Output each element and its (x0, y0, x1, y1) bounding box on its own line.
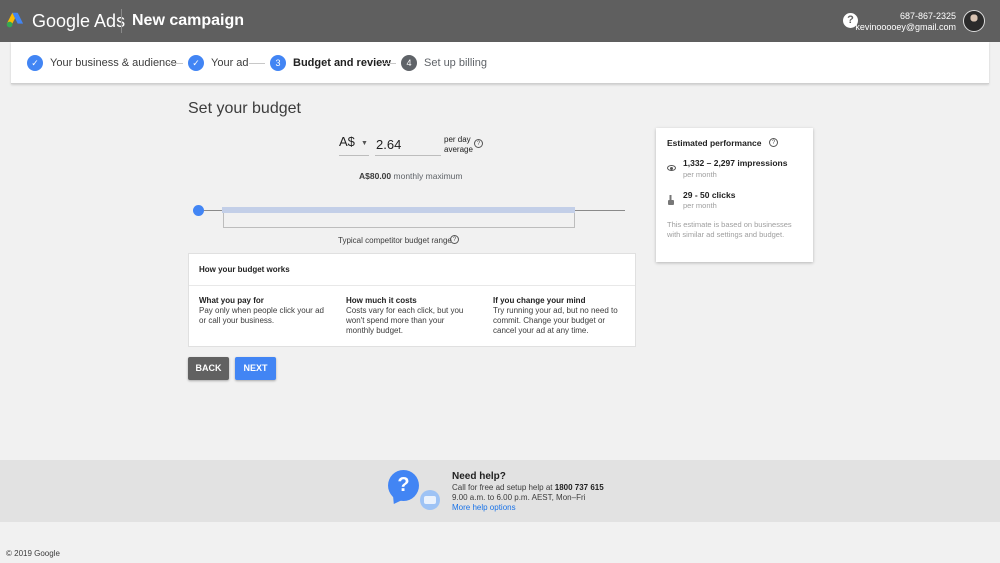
next-button[interactable]: NEXT (235, 357, 276, 380)
help-phone-number[interactable]: 1800 737 615 (555, 483, 604, 492)
clicks-estimate: 29 - 50 clicks (683, 190, 736, 200)
check-icon: ✓ (27, 55, 43, 71)
info-column: What you pay for Pay only when people cl… (199, 296, 324, 326)
page-heading: New campaign (132, 12, 245, 29)
step-connector (249, 63, 265, 64)
currency-select[interactable]: A$ ▼ (339, 134, 369, 156)
step-billing[interactable]: 4 Set up billing (401, 55, 487, 71)
brand-name[interactable]: Google Ads (32, 11, 125, 32)
info-column: How much it costs Costs vary for each cl… (346, 296, 471, 336)
budget-info-card: How your budget works What you pay for P… (188, 253, 636, 347)
account-email: kevinooooey@gmail.com (855, 22, 956, 32)
info-heading: What you pay for (199, 296, 264, 305)
info-heading: If you change your mind (493, 296, 586, 305)
step-connector (380, 63, 396, 64)
info-heading: How much it costs (346, 296, 417, 305)
eye-icon (667, 165, 676, 171)
step-connector (167, 63, 183, 64)
more-help-link[interactable]: More help options (452, 503, 516, 512)
help-chat-icon: ? (388, 470, 419, 501)
info-body: Pay only when people click your ad or ca… (199, 306, 324, 325)
daily-budget-input[interactable] (375, 134, 441, 156)
per-day-label: per day average (444, 135, 473, 155)
help-hours: 9.00 a.m. to 6.00 p.m. AEST, Mon–Fri (452, 493, 586, 502)
step-business-audience[interactable]: ✓ Your business & audience (27, 55, 177, 71)
monthly-maximum: A$80.00 monthly maximum (359, 171, 462, 181)
cursor-click-icon (668, 195, 674, 205)
top-app-bar: Google Ads New campaign ? 687-867-2325 k… (0, 0, 1000, 42)
clicks-period: per month (683, 201, 717, 210)
help-title: Need help? (452, 471, 506, 482)
per-day-text: per day (444, 135, 471, 144)
help-circle-icon[interactable]: ? (474, 139, 483, 148)
step-number: 4 (401, 55, 417, 71)
step-number: 3 (270, 55, 286, 71)
card-divider (189, 285, 635, 286)
help-circle-icon[interactable]: ? (769, 138, 778, 147)
back-button[interactable]: BACK (188, 357, 229, 380)
monthly-label: monthly maximum (393, 171, 463, 181)
impressions-period: per month (683, 170, 717, 179)
info-body: Costs vary for each click, but you won't… (346, 306, 464, 335)
account-info[interactable]: 687-867-2325 kevinooooey@gmail.com (855, 11, 956, 33)
step-budget-review[interactable]: 3 Budget and review (270, 55, 391, 71)
estimated-performance-card: Estimated performance ? 1,332 – 2,297 im… (656, 128, 813, 262)
avatar[interactable] (963, 10, 985, 32)
campaign-stepper: ✓ Your business & audience ✓ Your ad 3 B… (11, 42, 989, 84)
help-phone-prefix: Call for free ad setup help at (452, 483, 553, 492)
budget-slider-thumb[interactable] (193, 205, 204, 216)
page-title: Set your budget (188, 100, 301, 117)
card-title: Estimated performance (667, 138, 762, 148)
help-circle-icon[interactable]: ? (450, 235, 459, 244)
info-body: Try running your ad, but no need to comm… (493, 306, 618, 335)
caret-down-icon: ▼ (361, 140, 368, 147)
card-title: How your budget works (199, 265, 290, 274)
google-ads-logo-icon[interactable] (6, 11, 24, 29)
check-icon: ✓ (188, 55, 204, 71)
help-phone-line: Call for free ad setup help at 1800 737 … (452, 483, 604, 493)
monthly-amount: A$80.00 (359, 171, 392, 181)
step-label: Set up billing (424, 57, 487, 69)
estimate-note: This estimate is based on businesses wit… (667, 220, 792, 239)
competitor-range-bracket (223, 213, 575, 228)
copyright: © 2019 Google (6, 549, 60, 558)
chat-bubble-icon (420, 490, 440, 510)
impressions-estimate: 1,332 – 2,297 impressions (683, 158, 788, 168)
currency-value: A$ (339, 134, 355, 149)
step-your-ad[interactable]: ✓ Your ad (188, 55, 249, 71)
step-label: Your ad (211, 57, 249, 69)
step-label: Budget and review (293, 57, 391, 69)
header-divider (121, 9, 122, 33)
account-phone: 687-867-2325 (899, 11, 956, 21)
competitor-range-label: Typical competitor budget range (338, 236, 452, 245)
info-column: If you change your mind Try running your… (493, 296, 618, 336)
average-text: average (444, 145, 473, 154)
help-details: Call for free ad setup help at 1800 737 … (452, 483, 604, 503)
step-label: Your business & audience (50, 57, 177, 69)
